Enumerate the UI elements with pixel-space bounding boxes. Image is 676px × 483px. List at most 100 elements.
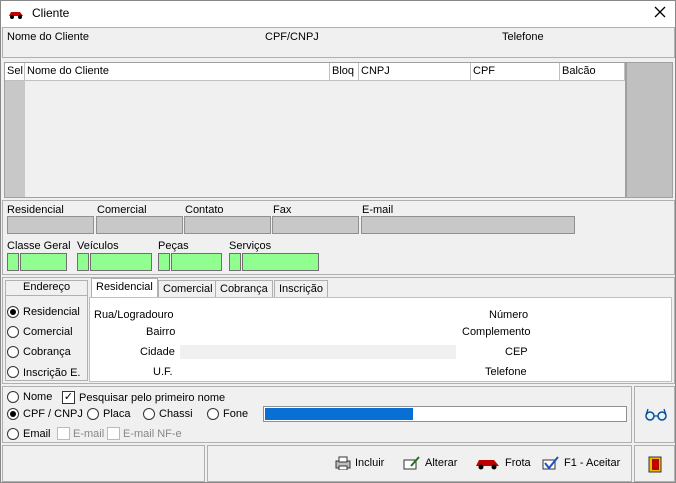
pecas-field[interactable] [171,253,222,271]
window-title: Cliente [32,6,70,20]
residencial-field[interactable] [7,216,94,234]
radio-chassi[interactable] [143,408,155,420]
radio-cpf-cnpj[interactable] [7,408,19,420]
email-field[interactable] [361,216,575,234]
grid-col-cpf[interactable]: CPF [471,63,560,81]
frota-label: Frota [505,457,531,469]
tab-comercial[interactable]: Comercial [158,280,218,298]
close-icon [654,6,666,18]
email-checkbox-label: E-mail [73,428,105,440]
alterar-label: Alterar [425,457,458,469]
grid-col-sel[interactable]: Sel [5,63,25,81]
radio-residencial-label: Residencial [23,306,80,318]
exit-button[interactable] [634,445,675,482]
progress-fill [265,408,413,420]
contato-field[interactable] [184,216,271,234]
car-icon [476,460,499,470]
frota-button[interactable]: Frota [475,456,531,470]
radio-fone-label: Fone [223,408,249,420]
numero-label: Número [489,309,529,321]
grid-col-nome[interactable]: Nome do Cliente [25,63,330,81]
incluir-label: Incluir [355,457,385,469]
radio-email-label: Email [23,428,51,440]
telefone-label: Telefone [485,366,527,378]
grid-col-balcao[interactable]: Balcão [560,63,625,81]
cidade-label: Cidade [140,346,175,358]
veiculos-code[interactable] [77,253,89,271]
complemento-label: Complemento [462,326,531,338]
radio-inscricao-label: Inscrição E. [23,367,81,379]
radio-cobranca-label: Cobrança [23,346,71,358]
email-nfe-checkbox-label: E-mail NF-e [123,428,182,440]
fax-field[interactable] [272,216,359,234]
classe-geral-field[interactable] [20,253,67,271]
radio-chassi-label: Chassi [159,408,193,420]
tab-inscricao[interactable]: Inscrição [274,280,329,298]
title-bar: Cliente [1,1,675,27]
pecas-code[interactable] [158,253,170,271]
search-button[interactable] [634,386,675,443]
filter-nome-label: Nome do Cliente [7,31,89,43]
classe-geral-code[interactable] [7,253,19,271]
printer-icon [335,456,351,470]
pecas-label: Peças [158,240,189,252]
radio-fone[interactable] [207,408,219,420]
radio-nome-label: Nome [23,391,53,403]
filter-header: Nome do Cliente CPF/CNPJ Telefone [2,27,675,58]
glasses-icon [645,408,667,421]
radio-cpf-cnpj-label: CPF / CNPJ [23,408,83,420]
radio-cobranca[interactable] [7,346,19,358]
cliente-window: Cliente Nome do Cliente CPF/CNPJ Telefon… [0,0,676,483]
close-button[interactable] [651,5,669,23]
veiculos-label: Veículos [77,240,119,252]
filter-telefone-label: Telefone [502,31,544,43]
grid-col-bloq[interactable]: Bloq [330,63,359,81]
servicos-field[interactable] [242,253,319,271]
contato-label: Contato [185,204,224,216]
incluir-button[interactable]: Incluir [335,456,384,470]
progress-bar [263,406,627,422]
radio-inscricao[interactable] [7,366,19,378]
comercial-field[interactable] [96,216,183,234]
divider [5,295,88,296]
residencial-label: Residencial [7,204,64,216]
address-side-title: Endereço [23,281,71,293]
tab-residencial[interactable]: Residencial [91,278,158,298]
radio-residencial[interactable] [7,306,19,318]
comercial-label: Comercial [97,204,147,216]
filter-cpf-cnpj-label: CPF/CNPJ [265,31,319,43]
radio-comercial-label: Comercial [23,326,73,338]
servicos-code[interactable] [229,253,241,271]
radio-email[interactable] [7,428,19,440]
cidade-field[interactable] [180,345,456,359]
status-area [2,445,205,482]
grid-scrollbar[interactable] [626,62,673,198]
car-icon [9,12,23,19]
first-name-checkbox-label: Pesquisar pelo primeiro nome [79,392,226,404]
radio-placa[interactable] [87,408,99,420]
address-tab-panel: Rua/Logradouro Bairro Cidade U.F. Número… [89,297,672,382]
exit-door-icon [648,456,662,473]
edit-icon [403,456,420,470]
client-grid[interactable]: Sel Nome do Cliente Bloq CNPJ CPF Balcão [4,62,626,198]
email-nfe-checkbox[interactable] [107,427,120,440]
grid-body[interactable] [25,81,625,197]
aceitar-label: F1 - Aceitar [564,457,621,469]
alterar-button[interactable]: Alterar [403,456,457,470]
fax-label: Fax [273,204,292,216]
tab-cobranca[interactable]: Cobrança [215,280,273,298]
radio-comercial[interactable] [7,326,19,338]
email-label: E-mail [362,204,394,216]
email-checkbox[interactable] [57,427,70,440]
aceitar-button[interactable]: F1 - Aceitar [542,456,620,470]
first-name-checkbox[interactable]: ✓ [62,391,75,404]
servicos-label: Serviços [229,240,272,252]
row-indicator [5,81,25,197]
cep-label: CEP [505,346,528,358]
rua-label: Rua/Logradouro [94,309,174,321]
radio-nome[interactable] [7,391,19,403]
uf-label: U.F. [153,366,173,378]
grid-col-cnpj[interactable]: CNPJ [359,63,471,81]
bairro-label: Bairro [146,326,176,338]
veiculos-field[interactable] [90,253,152,271]
